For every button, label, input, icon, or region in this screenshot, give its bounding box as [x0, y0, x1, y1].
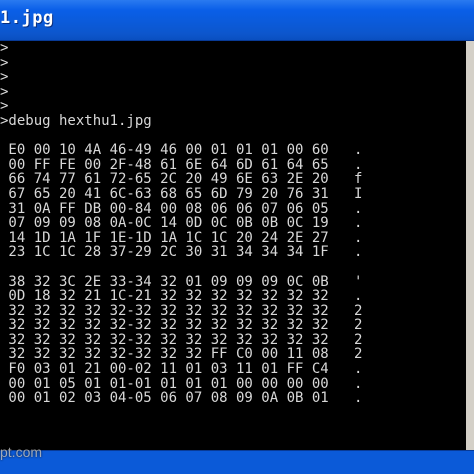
console-line: > [0, 40, 9, 56]
hex-row: 32 32 32 32 32-32 32 32 32 32 32 32 32 2 [0, 317, 363, 334]
hex-row: 32 32 32 32 32-32 32 32 FF C0 00 11 08 2 [0, 346, 363, 363]
hex-row: E0 00 10 4A 46-49 46 00 01 01 01 00 60 . [0, 142, 363, 159]
hex-row: 38 32 3C 2E 33-34 32 01 09 09 09 0C 0B ' [0, 273, 363, 290]
hex-row: 32 32 32 32 32-32 32 32 32 32 32 32 32 2 [0, 331, 363, 348]
hex-row: 07 09 09 08 0A-0C 14 0D 0C 0B 0B 0C 19 . [0, 215, 363, 232]
console-line: > [0, 54, 9, 71]
console-line: > [0, 98, 9, 115]
hex-row: 0D 18 32 21 1C-21 32 32 32 32 32 32 32 . [0, 288, 363, 305]
hex-row: F0 03 01 21 00-02 11 01 03 11 01 FF C4 . [0, 361, 363, 378]
console-text: > > > > > >debug hexthu1.jpg E0 00 10 4A 46-4… [0, 41, 362, 406]
hex-row: 23 1C 1C 28 37-29 2C 30 31 34 34 34 1F . [0, 244, 363, 261]
hex-row: 14 1D 1A 1F 1E-1D 1A 1C 1C 20 24 2E 27 . [0, 229, 363, 246]
command-prompt-window: 1.jpg > > > > > >debug hexthu1.jpg E0 00 10 4… [0, 0, 474, 474]
command-line: >debug hexthu1.jpg [0, 112, 152, 129]
hex-row: 32 32 32 32 32-32 32 32 32 32 32 32 32 2 [0, 302, 363, 319]
window-title: 1.jpg [0, 8, 54, 28]
hex-row: 66 74 77 61 72-65 2C 20 49 6E 63 2E 20 f [0, 171, 363, 188]
hex-row: 31 0A FF DB 00-84 00 08 06 06 07 06 05 . [0, 200, 363, 217]
console-line: > [0, 83, 9, 100]
hex-row: 00 FF FE 00 2F-48 61 6E 64 6D 61 64 65 . [0, 156, 363, 173]
watermark-text: pt.com [0, 444, 43, 460]
hex-row: 00 01 02 03 04-05 06 07 08 09 0A 0B 01 . [0, 390, 363, 407]
window-bottom-frame [0, 450, 474, 474]
hex-row: 00 01 05 01 01-01 01 01 01 00 00 00 00 . [0, 375, 363, 392]
console-line: > [0, 69, 9, 86]
console-output[interactable]: > > > > > >debug hexthu1.jpg E0 00 10 4A 46-4… [0, 41, 474, 450]
title-bar[interactable]: 1.jpg [0, 0, 474, 41]
hex-row: 67 65 20 41 6C-63 68 65 6D 79 20 76 31 I [0, 185, 363, 202]
